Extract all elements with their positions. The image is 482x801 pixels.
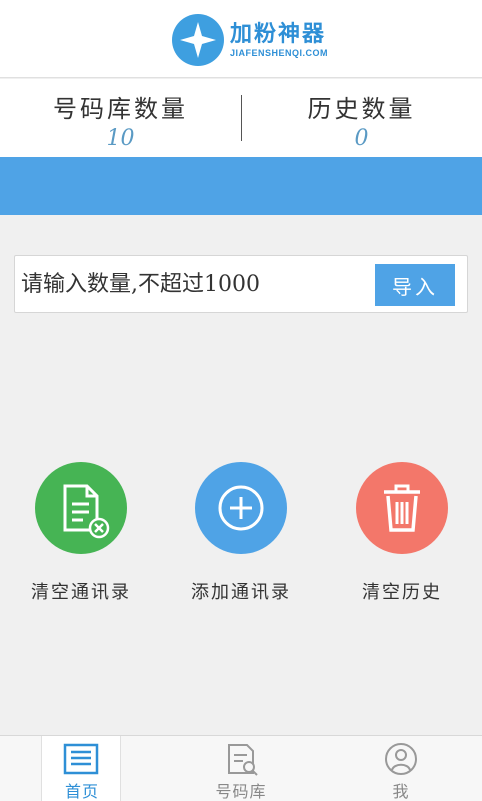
tab-number-library[interactable]: 号码库 xyxy=(201,736,281,801)
clear-history-action[interactable]: 清空历史 xyxy=(356,462,448,603)
document-x-icon[interactable] xyxy=(35,462,127,554)
tab-home-label: 首页 xyxy=(64,782,99,801)
import-button[interactable]: 导入 xyxy=(375,264,455,306)
bottom-tab-bar: 首页 号码库 我 xyxy=(0,735,482,801)
add-contacts-action[interactable]: 添加通讯录 xyxy=(191,462,289,603)
trash-icon[interactable] xyxy=(356,462,448,554)
tab-me-label: 我 xyxy=(392,782,410,801)
logo-name-en: JIAFENSHENQI.COM xyxy=(230,48,329,58)
library-count-stat: 号码库数量 10 xyxy=(0,79,241,157)
tab-home[interactable]: 首页 xyxy=(41,736,121,801)
plus-circle-icon[interactable] xyxy=(195,462,287,554)
logo-compass-icon xyxy=(172,14,224,66)
home-list-icon xyxy=(63,743,99,775)
clear-history-label: 清空历史 xyxy=(362,582,442,603)
app-logo: 加粉神器 JIAFENSHENQI.COM xyxy=(172,14,328,66)
blue-banner xyxy=(0,157,482,215)
history-count-label: 历史数量 xyxy=(307,95,416,123)
add-contacts-label: 添加通讯录 xyxy=(191,582,291,603)
tab-number-library-label: 号码库 xyxy=(215,782,267,801)
document-search-icon xyxy=(228,744,258,776)
logo-name-cn: 加粉神器 xyxy=(230,22,327,47)
clear-contacts-label: 清空通讯录 xyxy=(31,582,131,603)
import-bar: 导入 xyxy=(14,255,468,313)
history-count-stat: 历史数量 0 xyxy=(241,79,482,157)
app-header: 加粉神器 JIAFENSHENQI.COM xyxy=(0,0,482,78)
tab-me[interactable]: 我 xyxy=(361,736,441,801)
clear-contacts-action[interactable]: 清空通讯录 xyxy=(31,462,129,603)
library-count-value: 10 xyxy=(106,126,135,151)
history-count-value: 0 xyxy=(354,126,369,151)
user-icon xyxy=(385,743,417,775)
quantity-input[interactable] xyxy=(21,262,361,306)
library-count-label: 号码库数量 xyxy=(53,95,188,123)
stats-panel: 号码库数量 10 历史数量 0 xyxy=(0,79,482,157)
